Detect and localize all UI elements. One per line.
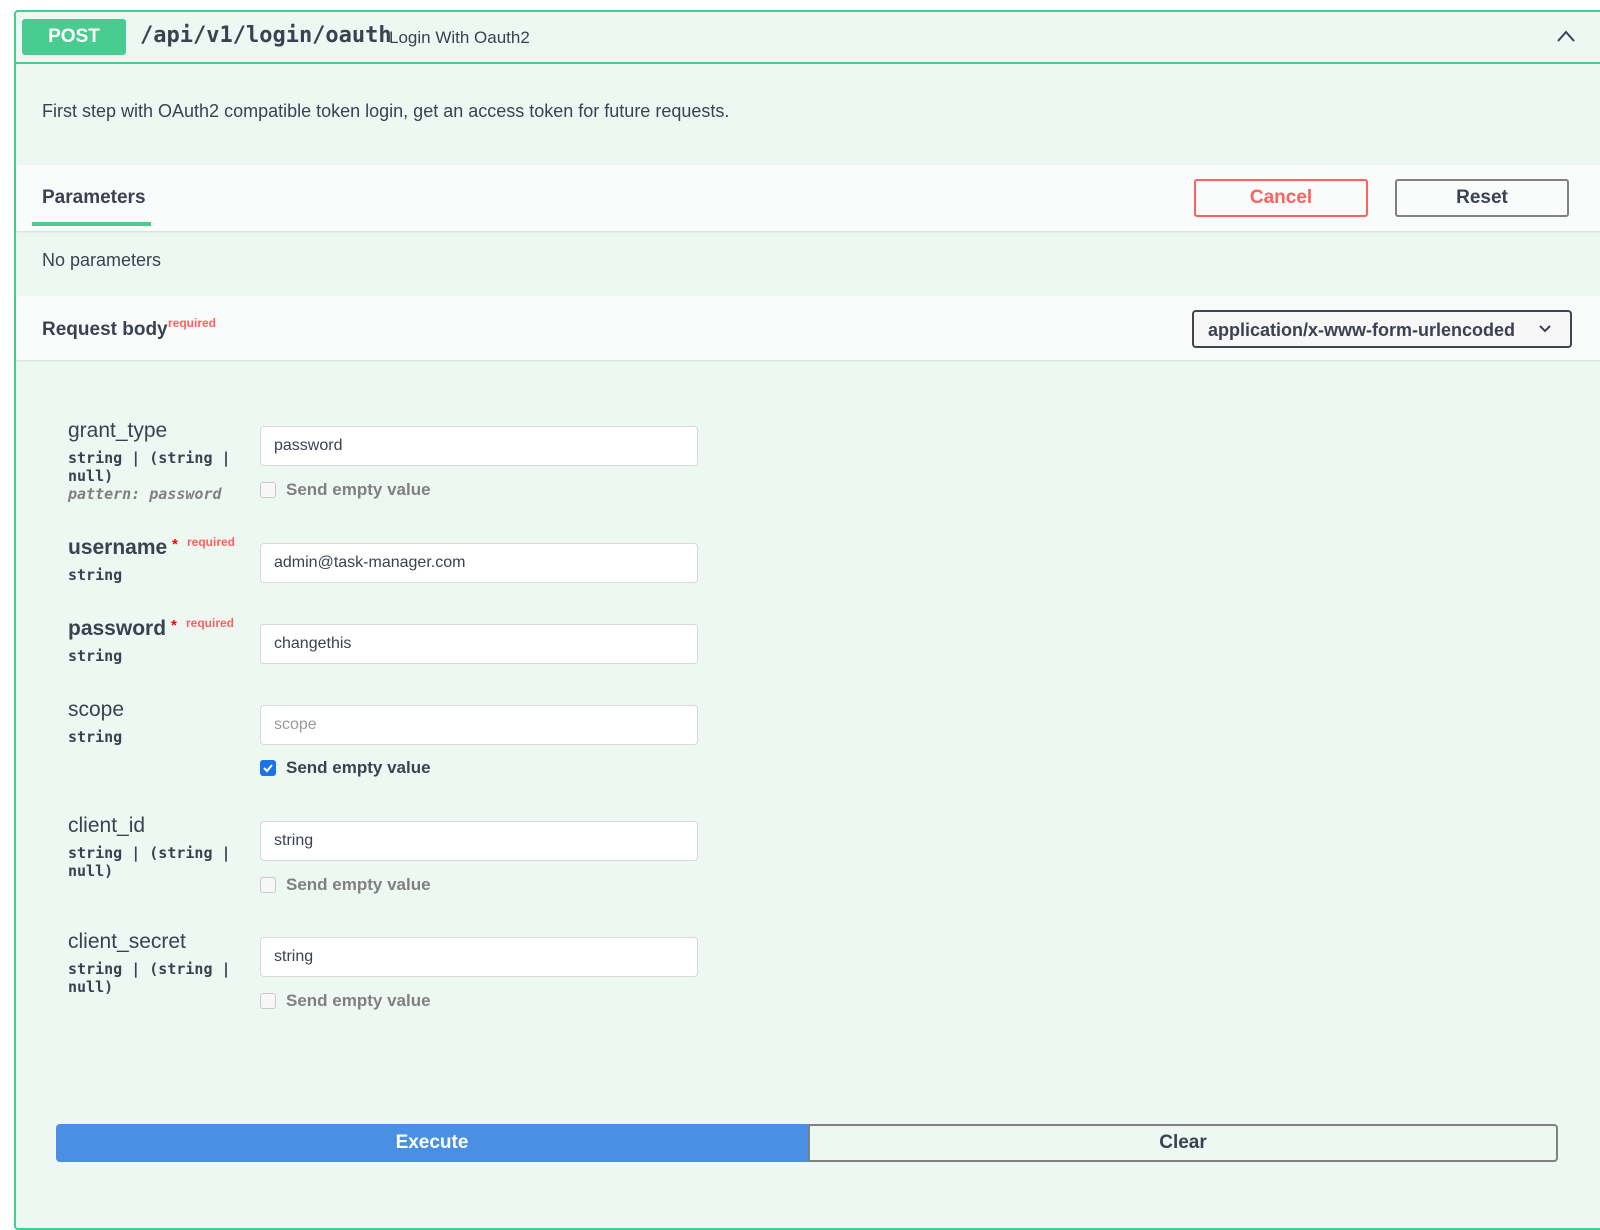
- field-name-username: username: [68, 536, 168, 559]
- execute-button[interactable]: Execute: [56, 1124, 808, 1162]
- operation-description: First step with OAuth2 compatible token …: [42, 101, 730, 121]
- no-parameters-text: No parameters: [42, 250, 162, 270]
- field-type-scope: string: [68, 728, 123, 746]
- http-method-badge: POST: [22, 19, 126, 55]
- grant-type-input[interactable]: [260, 426, 698, 466]
- send-empty-label: Send empty value: [286, 758, 431, 777]
- field-type-grant-type: string | (string | null): [68, 449, 231, 485]
- tab-active-indicator: [32, 222, 151, 226]
- content-type-value: application/x-www-form-urlencoded: [1208, 320, 1516, 340]
- scope-input[interactable]: [260, 705, 698, 745]
- operation-path: /api/v1/login/oauth: [140, 23, 392, 48]
- field-type-client-id: string | (string | null): [68, 844, 231, 880]
- content-type-select[interactable]: application/x-www-form-urlencoded: [1192, 310, 1572, 348]
- send-empty-checkbox[interactable]: [260, 482, 276, 498]
- tab-parameters[interactable]: Parameters: [42, 187, 146, 209]
- username-input[interactable]: [260, 543, 698, 583]
- send-empty-label: Send empty value: [286, 480, 431, 499]
- field-name-scope: scope: [68, 698, 125, 721]
- send-empty-client-id[interactable]: Send empty value: [260, 874, 431, 896]
- send-empty-label: Send empty value: [286, 875, 431, 894]
- send-empty-client-secret[interactable]: Send empty value: [260, 990, 431, 1012]
- required-label-password: required: [186, 616, 235, 630]
- client-secret-input[interactable]: [260, 937, 698, 977]
- client-id-input[interactable]: [260, 821, 698, 861]
- password-input[interactable]: [260, 624, 698, 664]
- field-name-client-id: client_id: [68, 814, 146, 837]
- send-empty-checkbox[interactable]: [260, 993, 276, 1009]
- field-type-client-secret: string | (string | null): [68, 960, 231, 996]
- request-body-required-label: required: [168, 316, 217, 330]
- send-empty-grant-type[interactable]: Send empty value: [260, 479, 431, 501]
- operation-block: POST /api/v1/login/oauth Login With Oaut…: [14, 10, 1600, 1230]
- clear-button[interactable]: Clear: [808, 1124, 1558, 1162]
- request-body-header: Request body required application/x-www-…: [16, 296, 1600, 360]
- field-type-password: string: [68, 647, 123, 665]
- reset-button[interactable]: Reset: [1395, 179, 1569, 217]
- required-star: *: [172, 536, 178, 553]
- chevron-down-icon: [1539, 325, 1551, 333]
- field-name-password: password: [68, 617, 167, 640]
- collapse-arrow-icon[interactable]: [1556, 26, 1576, 46]
- cancel-button[interactable]: Cancel: [1194, 179, 1368, 217]
- field-type-username: string: [68, 566, 123, 584]
- parameters-header: Parameters Cancel Reset: [16, 165, 1600, 231]
- operation-summary[interactable]: POST /api/v1/login/oauth Login With Oaut…: [16, 12, 1600, 64]
- operation-summary-text: Login With Oauth2: [389, 28, 530, 47]
- send-empty-checkbox-checked[interactable]: [260, 760, 276, 776]
- request-body-title: Request body: [42, 319, 168, 340]
- send-empty-label: Send empty value: [286, 991, 431, 1010]
- required-star: *: [171, 617, 177, 634]
- send-empty-checkbox[interactable]: [260, 877, 276, 893]
- send-empty-scope[interactable]: Send empty value: [260, 757, 431, 779]
- field-pattern-grant-type: pattern: password: [68, 485, 222, 503]
- checkmark-icon: [263, 764, 273, 773]
- field-name-client-secret: client_secret: [68, 930, 186, 953]
- field-name-grant-type: grant_type: [68, 419, 168, 442]
- required-label-username: required: [187, 535, 236, 549]
